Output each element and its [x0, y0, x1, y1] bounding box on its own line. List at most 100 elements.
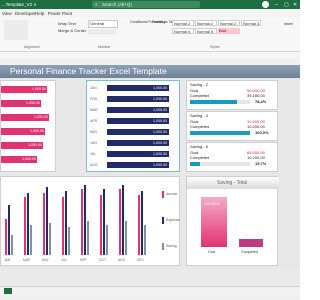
saving-column: [68, 227, 70, 255]
saving-4-title: Saving - 4: [190, 113, 209, 118]
search-box[interactable]: Search (Alt+Q) ⌕: [92, 1, 200, 8]
left-bar-value: 1,000.00: [28, 143, 42, 147]
income-column: [81, 189, 83, 255]
month-label: MAR: [90, 108, 98, 112]
expense-column: [27, 193, 29, 255]
style-normal-2-3[interactable]: Normal 2 3: [218, 20, 240, 32]
active-sheet-tab[interactable]: [4, 288, 12, 294]
left-bar-value: 1,000.00: [34, 115, 48, 119]
income-column: [24, 197, 26, 255]
saving-2-title: Saving - 2: [190, 82, 209, 87]
saving-card-2: Saving - 2 Goal 50.000,00 Completed 39.1…: [186, 80, 278, 110]
avatar[interactable]: [262, 1, 269, 8]
income-column: [5, 219, 7, 255]
saving-total-header: Saving - Total: [187, 177, 279, 189]
month-bar-value: 1,000.00: [153, 141, 167, 145]
saving-total-goal-bar: 135.000,00: [201, 197, 227, 247]
saving-6-title: Saving - 6: [190, 144, 209, 149]
style-normal-3[interactable]: Normal 3: [241, 20, 261, 26]
saving-6-completed-label: Completed: [190, 155, 210, 160]
saving-2-percent: 78,4%: [255, 99, 267, 104]
column-month-label: JUL: [61, 258, 67, 262]
income-column: [100, 195, 102, 255]
saving-total-goal-label: Goal: [208, 250, 216, 254]
menu-help[interactable]: Help: [35, 11, 44, 16]
month-bar-value: 1,000.00: [153, 152, 167, 156]
column-month-label: MAY: [42, 258, 49, 262]
insert-button[interactable]: Insert: [284, 22, 293, 26]
month-bar-value: 1,000.00: [153, 163, 167, 167]
expense-column: [122, 185, 124, 255]
menu-view[interactable]: View: [2, 11, 12, 16]
sheet-gap: [0, 58, 300, 65]
column-month-label: OCT: [99, 258, 106, 262]
month-label: JAN: [90, 86, 97, 90]
window-title: ...Template_V2 ∨: [2, 2, 37, 7]
month-bar: 1,000.00: [107, 129, 169, 135]
saving-card-4: Saving - 4 Goal 10.000,00 Completed 10.2…: [186, 111, 278, 141]
expense-column: [141, 191, 143, 255]
saving-6-progress-track: [190, 162, 250, 166]
month-bar-value: 1,000.00: [153, 86, 167, 90]
minimize-icon[interactable]: –: [275, 2, 278, 8]
month-bar: 1,000.00: [107, 151, 169, 157]
month-label: FEB: [90, 97, 97, 101]
income-expense-chart: JAN MAR MAY JUL SEP OCT NOV DEC Income Expense …: [0, 176, 180, 266]
saving-6-progress-fill: [190, 162, 200, 166]
maximize-icon[interactable]: ▢: [284, 2, 289, 8]
search-placeholder: Search (Alt+Q): [102, 2, 132, 7]
saving-column: [30, 225, 32, 255]
style-normal-4[interactable]: Normal 4: [172, 28, 194, 34]
close-icon[interactable]: ✕: [293, 2, 297, 8]
saving-2-completed: 39.180,00: [247, 93, 265, 98]
month-bar-value: 1,000.00: [153, 130, 167, 134]
month-bar: 1,000.00: [107, 162, 169, 168]
saving-total-card: Saving - Total 135.000,00 ... Goal Compl…: [186, 176, 279, 266]
saving-column: [87, 221, 89, 255]
expense-column: [103, 189, 105, 255]
saving-6-completed: 10.200,00: [247, 155, 265, 160]
month-bar: 1,000.00: [107, 140, 169, 146]
menu-power-pivot[interactable]: Power Pivot: [48, 11, 72, 16]
expense-column: [65, 191, 67, 255]
left-bar: 1,000.00: [1, 86, 47, 93]
expense-column: [84, 185, 86, 255]
number-buttons[interactable]: [88, 29, 116, 35]
month-bar-value: 1,000.00: [153, 97, 167, 101]
legend-income: Income: [166, 192, 178, 196]
saving-column: [106, 225, 108, 255]
style-bad[interactable]: Bad: [218, 28, 240, 34]
merge-center-button[interactable]: Merge & Center: [58, 28, 86, 33]
alignment-icons[interactable]: [4, 20, 28, 40]
left-bar-value: 1,000.00: [26, 101, 40, 105]
menu-developer[interactable]: Developer: [15, 11, 36, 16]
saving-column: [49, 223, 51, 255]
wrap-text-button[interactable]: Wrap Text: [58, 21, 76, 26]
saving-2-progress-track: [190, 100, 250, 104]
saving-column: [11, 235, 13, 255]
month-bar: 1,000.00: [107, 85, 169, 91]
left-bar-value: 1,000.00: [32, 87, 46, 91]
legend-expense: Expense: [166, 218, 180, 222]
column-month-label: MAR: [23, 258, 31, 262]
income-column: [43, 193, 45, 255]
style-normal-2-2[interactable]: Normal 2 2: [195, 20, 217, 32]
saving-2-progress-fill: [190, 100, 237, 104]
column-month-label: DEC: [137, 258, 144, 262]
left-bar: 1,000.00: [1, 128, 45, 135]
saving-6-percent: 15,7%: [255, 161, 267, 166]
saving-column: [125, 221, 127, 255]
saving-total-completed-value: ...: [245, 233, 248, 237]
search-icon: ⌕: [95, 2, 98, 7]
left-bar-value: 1,000.00: [30, 129, 44, 133]
style-normal-5[interactable]: Normal 5: [195, 28, 217, 34]
column-month-label: NOV: [118, 258, 126, 262]
monthly-bar-card: JAN 1,000.00 FEB 1,000.00 MAR 1,000.00 APR 1,00…: [86, 80, 180, 172]
number-format-select[interactable]: General: [88, 20, 118, 28]
saving-2-completed-label: Completed: [190, 93, 210, 98]
income-column: [119, 189, 121, 255]
style-normal-2[interactable]: Normal 2: [172, 20, 194, 26]
month-bar: 1,000.00: [107, 118, 169, 124]
expense-column: [8, 205, 10, 255]
saving-total-goal-value: 135.000,00: [204, 202, 220, 206]
